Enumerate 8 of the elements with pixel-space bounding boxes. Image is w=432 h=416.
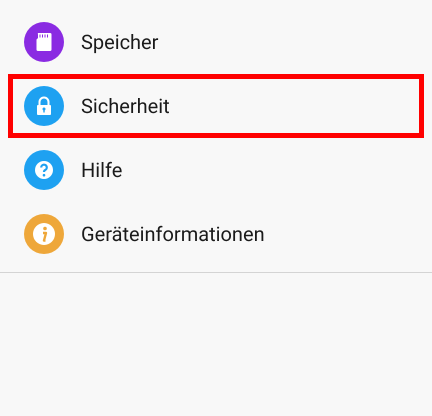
item-label: Sicherheit bbox=[81, 94, 170, 118]
settings-item[interactable]: Speicher bbox=[8, 10, 424, 74]
item-label: Geräteinformationen bbox=[81, 222, 265, 246]
settings-item[interactable]: Hilfe bbox=[8, 138, 424, 202]
item-label: Hilfe bbox=[81, 158, 122, 182]
item-label: Speicher bbox=[81, 30, 158, 54]
highlight-frame[interactable]: Sicherheit bbox=[8, 74, 424, 138]
settings-item[interactable]: Geräteinformationen bbox=[8, 202, 424, 266]
